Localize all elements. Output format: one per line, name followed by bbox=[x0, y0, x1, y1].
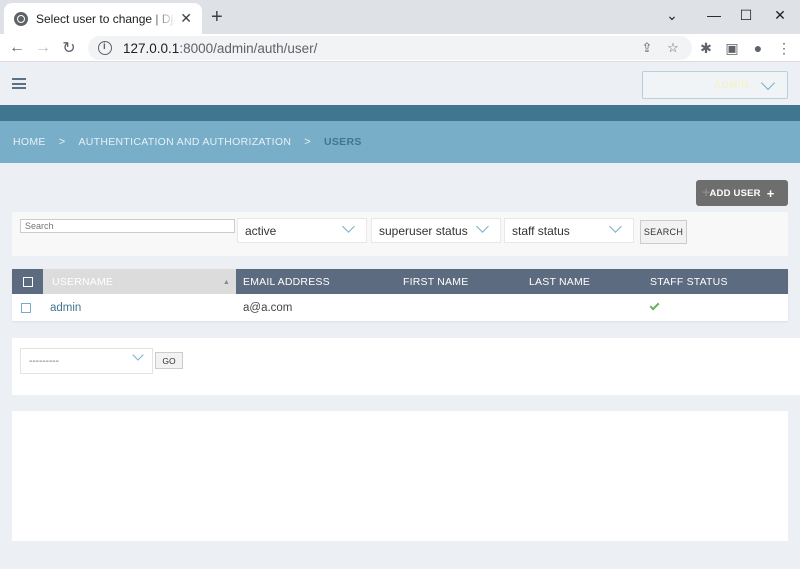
staff-status-cell bbox=[649, 294, 660, 321]
filter-staff-value: staff status bbox=[512, 223, 570, 238]
row-select-cell bbox=[21, 294, 31, 321]
action-select[interactable]: --------- bbox=[20, 348, 153, 374]
chevron-down-icon bbox=[609, 220, 622, 233]
filter-active-select[interactable]: active bbox=[237, 218, 367, 243]
column-header-last-name[interactable]: LAST NAME bbox=[529, 269, 590, 294]
column-header-staff-status[interactable]: STAFF STATUS bbox=[650, 269, 728, 294]
filter-superuser-select[interactable]: superuser status bbox=[371, 218, 501, 243]
add-user-button[interactable]: + ADD USER + bbox=[696, 180, 788, 206]
globe-icon bbox=[14, 11, 28, 26]
close-tab-icon[interactable]: ✕ bbox=[180, 10, 192, 27]
row-select-checkbox[interactable] bbox=[21, 302, 31, 313]
plus-icon: + bbox=[702, 184, 711, 200]
back-icon[interactable]: ← bbox=[6, 37, 28, 59]
add-user-label: ADD USER bbox=[709, 187, 761, 199]
user-menu-label: ADMIN bbox=[713, 79, 749, 91]
chevron-down-icon bbox=[476, 220, 489, 233]
actions-panel: --------- GO bbox=[12, 338, 800, 395]
reload-icon[interactable]: ↻ bbox=[58, 37, 80, 59]
search-input[interactable] bbox=[20, 219, 235, 233]
content-panel bbox=[12, 411, 788, 541]
breadcrumb-current: USERS bbox=[323, 136, 362, 148]
extensions-icon[interactable]: ✱ bbox=[696, 38, 716, 58]
forward-icon[interactable]: → bbox=[32, 37, 54, 59]
breadcrumb-separator-icon: > bbox=[58, 136, 66, 148]
username-link[interactable]: admin bbox=[50, 294, 81, 321]
browser-toolbar: ← → ↻ 127.0.0.1:8000/admin/auth/user/ ⇪ … bbox=[0, 34, 800, 62]
select-all-cell bbox=[12, 269, 43, 294]
site-header-band bbox=[0, 105, 800, 121]
url-path: :8000/admin/auth/user/ bbox=[179, 40, 318, 56]
column-username-label: USERNAME bbox=[52, 275, 114, 288]
go-button[interactable]: GO bbox=[155, 352, 183, 369]
share-icon[interactable]: ⇪ bbox=[638, 39, 656, 57]
column-header-email[interactable]: EMAIL ADDRESS bbox=[243, 269, 330, 294]
email-cell: a@a.com bbox=[243, 301, 293, 314]
close-window-button[interactable]: ✕ bbox=[760, 0, 800, 30]
filter-superuser-value: superuser status bbox=[379, 223, 468, 238]
chevron-down-icon bbox=[342, 220, 355, 233]
check-icon bbox=[649, 300, 660, 311]
select-all-checkbox[interactable] bbox=[22, 276, 33, 287]
hamburger-menu-icon[interactable] bbox=[12, 78, 26, 89]
column-header-username[interactable]: USERNAME ▲ bbox=[43, 269, 236, 294]
new-tab-button[interactable]: + bbox=[211, 6, 223, 28]
browser-tab[interactable]: Select user to change | Django site admi… bbox=[4, 3, 202, 34]
changelist-filter-bar: active superuser status staff status SEA… bbox=[12, 212, 788, 256]
user-menu-dropdown[interactable]: ADMIN bbox=[642, 71, 788, 99]
browser-tabstrip: Select user to change | Django site admi… bbox=[0, 0, 800, 34]
table-header: USERNAME ▲ EMAIL ADDRESS FIRST NAME LAST… bbox=[12, 269, 788, 294]
breadcrumb: HOME > AUTHENTICATION AND AUTHORIZATION … bbox=[0, 121, 800, 163]
column-header-first-name[interactable]: FIRST NAME bbox=[403, 269, 468, 294]
filter-staff-select[interactable]: staff status bbox=[504, 218, 634, 243]
filter-active-value: active bbox=[245, 223, 277, 238]
add-icon: + bbox=[766, 185, 775, 201]
results-table: USERNAME ▲ EMAIL ADDRESS FIRST NAME LAST… bbox=[12, 269, 788, 321]
side-panel-icon[interactable]: ▣ bbox=[722, 38, 742, 58]
admin-header: ADMIN bbox=[0, 62, 800, 105]
bookmark-star-icon[interactable]: ☆ bbox=[664, 39, 682, 57]
browser-menu-icon[interactable]: ⋮ bbox=[774, 38, 794, 58]
url-host: 127.0.0.1 bbox=[123, 40, 180, 56]
profile-avatar-icon[interactable]: ● bbox=[748, 38, 768, 58]
table-row: admin a@a.com bbox=[12, 294, 788, 321]
breadcrumb-home[interactable]: HOME bbox=[13, 136, 46, 148]
search-button[interactable]: SEARCH bbox=[640, 220, 687, 244]
site-info-icon[interactable] bbox=[98, 41, 112, 55]
chevron-down-icon bbox=[132, 349, 144, 361]
tab-search-icon[interactable]: ⌄ bbox=[652, 0, 692, 30]
breadcrumb-separator-icon: > bbox=[304, 136, 311, 148]
tab-title: Select user to change | Django site admi… bbox=[36, 11, 176, 26]
address-bar[interactable]: 127.0.0.1:8000/admin/auth/user/ bbox=[88, 36, 692, 60]
breadcrumb-app[interactable]: AUTHENTICATION AND AUTHORIZATION bbox=[78, 136, 291, 148]
chevron-down-icon bbox=[760, 75, 776, 90]
action-select-value: --------- bbox=[29, 355, 59, 367]
sort-ascending-icon[interactable]: ▲ bbox=[223, 279, 230, 286]
